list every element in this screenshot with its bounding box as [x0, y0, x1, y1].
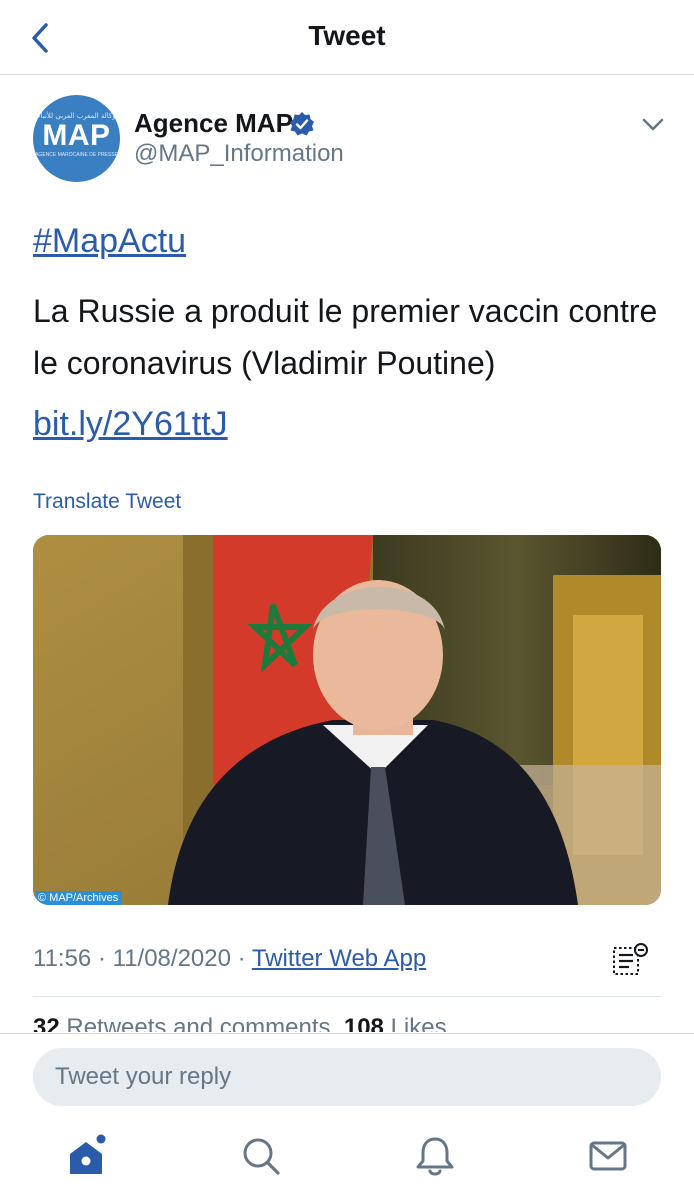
tweet-media-image[interactable]: © MAP/Archives: [33, 535, 661, 905]
likes-count[interactable]: 108: [344, 1014, 384, 1032]
tweet-stats: 32 Retweets and comments 108 Likes: [33, 1014, 447, 1032]
verified-badge-icon: [290, 112, 314, 136]
more-options-button[interactable]: [640, 114, 666, 134]
tab-notifications[interactable]: [413, 1134, 457, 1178]
hashtag-link[interactable]: #MapActu: [33, 222, 186, 261]
reply-input[interactable]: [33, 1048, 661, 1106]
tab-search[interactable]: [239, 1134, 283, 1178]
home-icon: [70, 1134, 106, 1174]
meta-separator: ·: [237, 945, 246, 972]
divider: [33, 996, 661, 997]
tweet-date: 11/08/2020: [112, 945, 231, 972]
tweet-analytics-button[interactable]: [610, 942, 650, 978]
avatar-subtitle: AGENCE MAROCAINE DE PRESSE: [35, 152, 118, 158]
author-name[interactable]: Agence MAP: [134, 108, 293, 139]
avatar[interactable]: وكالة المغرب العربي للأنباء MAP AGENCE M…: [33, 95, 120, 182]
retweets-label[interactable]: Retweets and comments: [66, 1014, 330, 1032]
tab-home[interactable]: [66, 1134, 110, 1178]
tweet-url-link[interactable]: bit.ly/2Y61ttJ: [33, 405, 228, 444]
tweet-time: 11:56: [33, 945, 92, 972]
avatar-logo-text: MAP: [42, 119, 111, 152]
mail-icon: [589, 1141, 627, 1171]
tweet-source-link[interactable]: Twitter Web App: [252, 945, 426, 972]
media-watermark: © MAP/Archives: [35, 891, 123, 905]
likes-label[interactable]: Likes: [391, 1014, 447, 1032]
page-title: Tweet: [308, 20, 386, 51]
photo-illustration: [33, 535, 661, 905]
author-handle[interactable]: @MAP_Information: [134, 140, 344, 168]
top-bar: Tweet: [0, 0, 694, 75]
reply-bar: [0, 1033, 694, 1201]
tweet-metadata: 11:56 · 11/08/2020 · Twitter Web App: [33, 945, 426, 973]
chevron-down-icon: [642, 118, 664, 131]
bell-icon: [416, 1137, 454, 1176]
tweet-text: La Russie a produit le premier vaccin co…: [33, 293, 658, 381]
analytics-icon: [613, 943, 648, 975]
search-icon: [243, 1138, 280, 1175]
translate-tweet-link[interactable]: Translate Tweet: [33, 490, 181, 514]
meta-separator: ·: [97, 945, 106, 972]
tab-messages[interactable]: [586, 1134, 630, 1178]
retweets-count[interactable]: 32: [33, 1014, 60, 1032]
